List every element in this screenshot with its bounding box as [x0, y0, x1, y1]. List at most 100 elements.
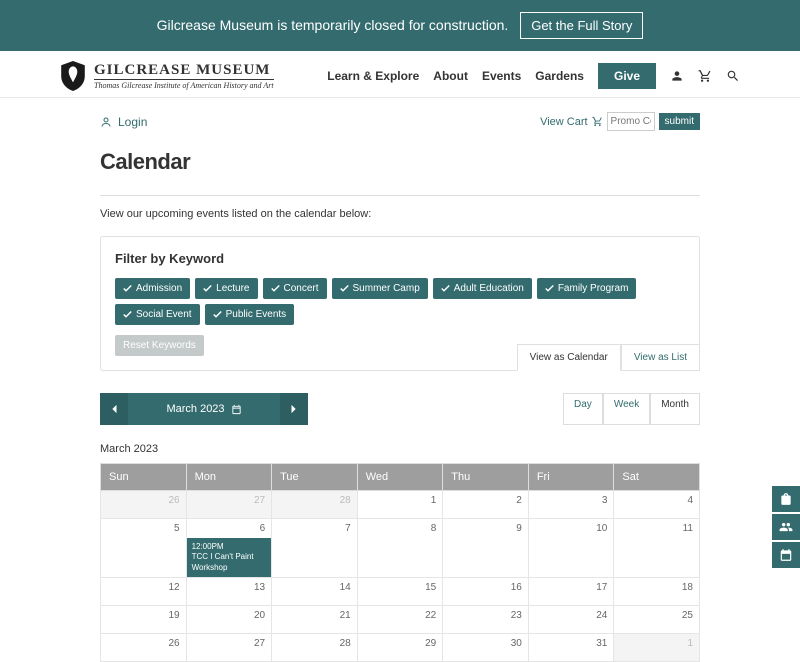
- shield-logo-icon: [60, 61, 86, 91]
- calendar-cell[interactable]: 9: [443, 519, 529, 578]
- calendar-cell[interactable]: 26: [101, 634, 187, 662]
- calendar-cell[interactable]: 13: [186, 578, 272, 606]
- check-icon: [123, 310, 132, 319]
- calendar-cell[interactable]: 1: [357, 491, 443, 519]
- chevron-left-icon: [110, 404, 118, 414]
- banner-text: Gilcrease Museum is temporarily closed f…: [157, 17, 509, 33]
- nav-events[interactable]: Events: [482, 69, 521, 83]
- search-icon[interactable]: [726, 69, 740, 83]
- calendar-cell[interactable]: 27: [186, 491, 272, 519]
- calendar-cell[interactable]: 28: [272, 634, 358, 662]
- calendar-cell[interactable]: 1: [614, 634, 700, 662]
- calendar-cell[interactable]: 2: [443, 491, 529, 519]
- filter-chip-family-program[interactable]: Family Program: [537, 278, 637, 299]
- filter-chip-admission[interactable]: Admission: [115, 278, 190, 299]
- user-icon[interactable]: [670, 69, 684, 83]
- nav-about[interactable]: About: [433, 69, 468, 83]
- give-button[interactable]: Give: [598, 63, 656, 89]
- view-month-button[interactable]: Month: [650, 393, 700, 425]
- calendar-cell[interactable]: 17: [528, 578, 614, 606]
- calendar-cell[interactable]: 30: [443, 634, 529, 662]
- filter-chip-concert[interactable]: Concert: [263, 278, 327, 299]
- group-icon: [779, 520, 793, 534]
- intro-text: View our upcoming events listed on the c…: [100, 208, 700, 220]
- calendar-cell[interactable]: 18: [614, 578, 700, 606]
- promo-code-input[interactable]: [607, 112, 655, 131]
- reset-label: Reset Keywords: [123, 340, 196, 351]
- calendar-cell[interactable]: 29: [357, 634, 443, 662]
- calendar-cell[interactable]: 22: [357, 606, 443, 634]
- calendar-cell[interactable]: 3: [528, 491, 614, 519]
- calendar-cell[interactable]: 7: [272, 519, 358, 578]
- login-link[interactable]: Login: [100, 115, 147, 129]
- calendar-cell[interactable]: 31: [528, 634, 614, 662]
- promo-submit-button[interactable]: submit: [659, 113, 700, 130]
- calendar-cell[interactable]: 612:00PMTCC I Can't Paint Workshop: [186, 519, 272, 578]
- next-month-button[interactable]: [280, 393, 308, 425]
- logo[interactable]: GILCREASE MUSEUM Thomas Gilcrease Instit…: [60, 61, 274, 91]
- bag-icon: [779, 492, 793, 506]
- view-cart-link[interactable]: View Cart: [540, 116, 602, 128]
- view-as-calendar-tab[interactable]: View as Calendar: [517, 344, 621, 371]
- check-icon: [441, 284, 450, 293]
- day-header: Fri: [528, 464, 614, 491]
- logo-title: GILCREASE MUSEUM: [94, 62, 274, 79]
- calendar-cell[interactable]: 24: [528, 606, 614, 634]
- filter-chip-adult-education[interactable]: Adult Education: [433, 278, 532, 299]
- calendar-grid: SunMonTueWedThuFriSat 26272812345612:00P…: [100, 463, 700, 662]
- current-month-label: March 2023: [166, 403, 224, 415]
- check-icon: [271, 284, 280, 293]
- calendar-cell[interactable]: 26: [101, 491, 187, 519]
- top-navigation: GILCREASE MUSEUM Thomas Gilcrease Instit…: [0, 51, 800, 98]
- calendar-cell[interactable]: 28: [272, 491, 358, 519]
- cart-small-icon: [592, 116, 603, 127]
- calendar-cell[interactable]: 21: [272, 606, 358, 634]
- filter-chip-social-event[interactable]: Social Event: [115, 304, 200, 325]
- calendar-cell[interactable]: 8: [357, 519, 443, 578]
- calendar-cell[interactable]: 27: [186, 634, 272, 662]
- calendar-cell[interactable]: 4: [614, 491, 700, 519]
- login-label: Login: [118, 115, 147, 129]
- calendar-cell[interactable]: 16: [443, 578, 529, 606]
- check-icon: [213, 310, 222, 319]
- calendar-cell[interactable]: 12: [101, 578, 187, 606]
- check-icon: [203, 284, 212, 293]
- view-day-button[interactable]: Day: [563, 393, 603, 425]
- calendar-cell[interactable]: 23: [443, 606, 529, 634]
- calendar-icon[interactable]: [231, 404, 242, 415]
- page-title: Calendar: [100, 149, 700, 175]
- calendar-small-icon: [779, 548, 793, 562]
- calendar-cell[interactable]: 19: [101, 606, 187, 634]
- view-cart-label: View Cart: [540, 116, 587, 128]
- filter-chip-public-events[interactable]: Public Events: [205, 304, 295, 325]
- nav-learn[interactable]: Learn & Explore: [327, 69, 419, 83]
- view-as-list-tab[interactable]: View as List: [621, 344, 700, 371]
- chevron-right-icon: [290, 404, 298, 414]
- calendar-event[interactable]: 12:00PMTCC I Can't Paint Workshop: [187, 538, 272, 577]
- calendar-cell[interactable]: 5: [101, 519, 187, 578]
- day-header: Wed: [357, 464, 443, 491]
- announcement-banner: Gilcrease Museum is temporarily closed f…: [0, 0, 800, 51]
- calendar-cell[interactable]: 11: [614, 519, 700, 578]
- side-tab-shop[interactable]: [772, 486, 800, 512]
- day-header: Sun: [101, 464, 187, 491]
- nav-gardens[interactable]: Gardens: [535, 69, 584, 83]
- calendar-cell[interactable]: 14: [272, 578, 358, 606]
- filter-panel: Filter by Keyword AdmissionLectureConcer…: [100, 236, 700, 371]
- calendar-cell[interactable]: 25: [614, 606, 700, 634]
- day-header: Tue: [272, 464, 358, 491]
- filter-chip-summer-camp[interactable]: Summer Camp: [332, 278, 428, 299]
- calendar-cell[interactable]: 15: [357, 578, 443, 606]
- side-tab-calendar[interactable]: [772, 542, 800, 568]
- calendar-cell[interactable]: 20: [186, 606, 272, 634]
- side-tab-membership[interactable]: [772, 514, 800, 540]
- calendar-cell[interactable]: 10: [528, 519, 614, 578]
- view-week-button[interactable]: Week: [603, 393, 650, 425]
- cart-icon[interactable]: [698, 69, 712, 83]
- login-user-icon: [100, 116, 112, 128]
- banner-cta-button[interactable]: Get the Full Story: [520, 12, 643, 39]
- prev-month-button[interactable]: [100, 393, 128, 425]
- month-heading: March 2023: [100, 443, 700, 455]
- reset-keywords-button[interactable]: Reset Keywords: [115, 335, 204, 356]
- filter-chip-lecture[interactable]: Lecture: [195, 278, 257, 299]
